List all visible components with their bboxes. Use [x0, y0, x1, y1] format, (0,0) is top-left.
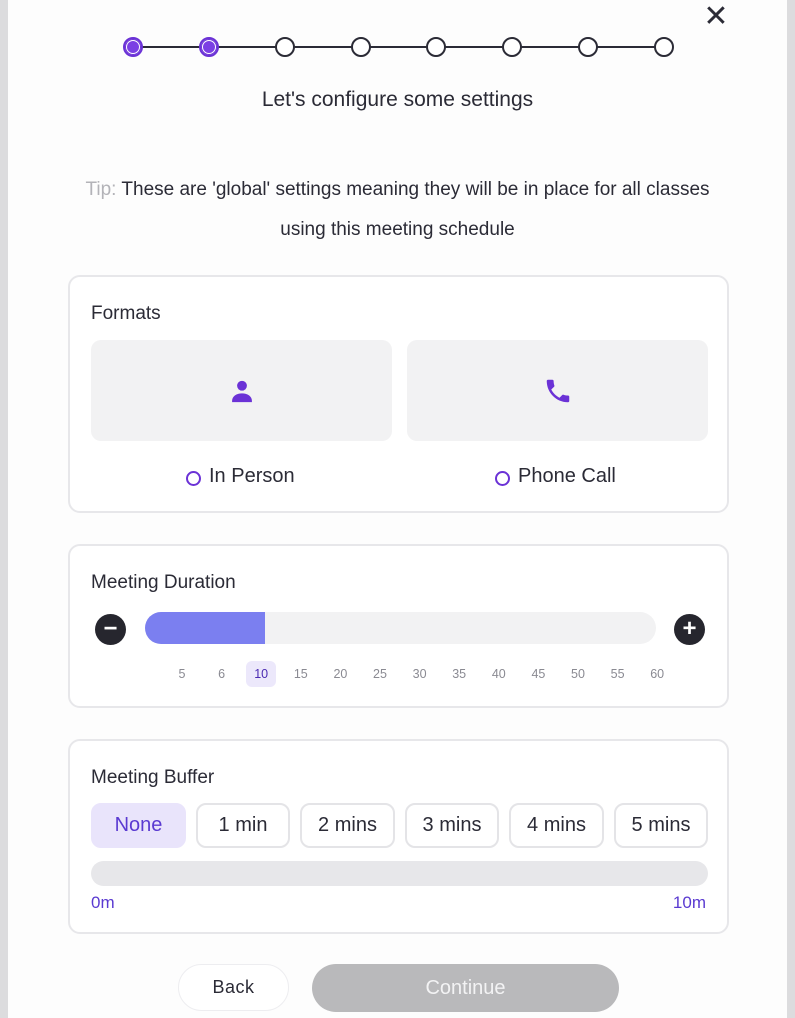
close-button[interactable]: ✕: [702, 2, 730, 32]
buffer-option-none[interactable]: None: [91, 803, 186, 848]
buffer-option-2-mins[interactable]: 2 mins: [300, 803, 395, 848]
duration-tick-45[interactable]: 45: [523, 661, 553, 687]
step-5: [426, 37, 446, 57]
step-4: [351, 37, 371, 57]
duration-tick-55[interactable]: 55: [603, 661, 633, 687]
back-button[interactable]: Back: [178, 964, 289, 1011]
step-2: [199, 37, 219, 57]
buffer-option-3-mins[interactable]: 3 mins: [405, 803, 499, 848]
step-7: [578, 37, 598, 57]
phone-call-option[interactable]: Phone Call: [495, 465, 616, 488]
duration-tick-60[interactable]: 60: [642, 661, 672, 687]
phone-icon: [546, 379, 569, 402]
duration-tick-40[interactable]: 40: [484, 661, 514, 687]
duration-tick-35[interactable]: 35: [444, 661, 474, 687]
in-person-option[interactable]: In Person: [186, 465, 295, 488]
duration-tick-5[interactable]: 5: [167, 661, 197, 687]
phone-call-tile[interactable]: [407, 340, 708, 441]
decrease-duration-button[interactable]: −: [95, 614, 126, 645]
meeting-buffer-title: Meeting Buffer: [91, 767, 215, 788]
duration-tick-20[interactable]: 20: [325, 661, 355, 687]
step-8: [654, 37, 674, 57]
duration-tick-30[interactable]: 30: [405, 661, 435, 687]
in-person-radio[interactable]: [186, 470, 201, 486]
buffer-option-4-mins[interactable]: 4 mins: [509, 803, 604, 848]
buffer-option-1-min[interactable]: 1 min: [196, 803, 290, 848]
duration-slider-fill: [145, 612, 266, 644]
duration-tick-25[interactable]: 25: [365, 661, 395, 687]
background-page-right: [787, 0, 795, 1018]
buffer-option-5-mins[interactable]: 5 mins: [614, 803, 708, 848]
person-icon: [231, 380, 252, 402]
buffer-range-track[interactable]: [91, 861, 708, 886]
in-person-tile[interactable]: [91, 340, 392, 441]
step-1: [123, 37, 143, 57]
in-person-label: In Person: [209, 465, 295, 487]
increase-duration-button[interactable]: +: [674, 614, 705, 645]
duration-tick-6[interactable]: 6: [207, 661, 237, 687]
tip-label: Tip:: [85, 179, 117, 200]
tip-body: These are 'global' settings meaning they…: [121, 179, 710, 240]
duration-ticks: 5 6 10 15 20 25 30 35 40 45 50 55 60: [70, 661, 727, 687]
phone-call-radio[interactable]: [495, 470, 510, 486]
formats-card: Formats In Person Phone Call: [68, 275, 729, 513]
duration-tick-50[interactable]: 50: [563, 661, 593, 687]
duration-tick-10[interactable]: 10: [246, 661, 277, 687]
dialog-title: Let's configure some settings: [261, 88, 534, 111]
step-6: [502, 37, 522, 57]
meeting-duration-title: Meeting Duration: [91, 572, 236, 593]
meeting-duration-card: Meeting Duration − + 5 6 10 15 20 25 30 35 40 45 5…: [68, 544, 729, 708]
buffer-range-min-label: 0m: [91, 893, 115, 912]
step-3: [275, 37, 295, 57]
progress-stepper: [113, 34, 680, 60]
duration-tick-15[interactable]: 15: [286, 661, 316, 687]
formats-title: Formats: [91, 303, 161, 324]
buffer-range-max-label: 10m: [672, 893, 706, 912]
tip-text: Tip: These are 'global' settings meaning…: [70, 170, 725, 250]
meeting-buffer-card: Meeting Buffer None 1 min 2 mins 3 mins …: [68, 739, 729, 934]
duration-slider[interactable]: [145, 612, 656, 644]
phone-call-label: Phone Call: [518, 465, 616, 487]
continue-button[interactable]: Continue: [312, 964, 619, 1012]
background-page-left: [0, 0, 8, 1018]
